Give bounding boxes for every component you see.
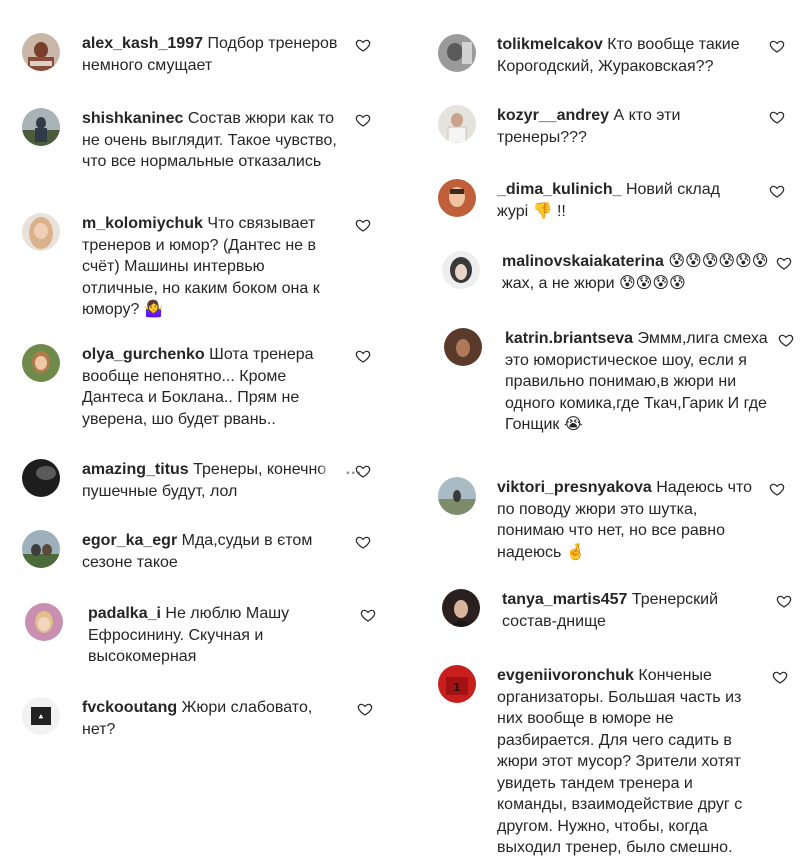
avatar[interactable]: [438, 179, 476, 217]
heart-outline-icon[interactable]: [355, 348, 371, 364]
comment-username[interactable]: padalka_i: [88, 605, 161, 622]
avatar[interactable]: [22, 108, 60, 146]
svg-text:♣: ♣: [38, 714, 43, 721]
comment-username[interactable]: katrin.briantseva: [505, 330, 633, 347]
heart-outline-icon[interactable]: [355, 463, 371, 479]
comment-username[interactable]: tolikmelcakov: [497, 36, 603, 53]
comment-username[interactable]: viktori_presnyakova: [497, 479, 652, 496]
comment-username[interactable]: egor_ka_egr: [82, 532, 177, 549]
avatar[interactable]: [438, 34, 476, 72]
comment-text: katrin.briantseva Эммм,лига смеха это юм…: [505, 328, 780, 436]
heart-outline-icon[interactable]: [357, 701, 373, 717]
avatar[interactable]: ♣: [22, 697, 60, 735]
comment-text: evgeniivoronchuk Конченые организаторы. …: [497, 665, 755, 859]
heart-outline-icon[interactable]: [769, 183, 785, 199]
avatar[interactable]: [22, 33, 60, 71]
avatar[interactable]: [438, 105, 476, 143]
comments-column-right: tolikmelcakov Кто вообще такие Корогодск…: [415, 0, 800, 859]
comment-text: olya_gurchenko Шота тренера вообще непон…: [82, 344, 344, 430]
heart-outline-icon[interactable]: [778, 332, 794, 348]
avatar[interactable]: [25, 603, 63, 641]
avatar[interactable]: [438, 477, 476, 515]
comment-username[interactable]: tanya_martis457: [502, 591, 627, 608]
avatar[interactable]: [444, 328, 482, 366]
avatar[interactable]: [22, 459, 60, 497]
heart-outline-icon[interactable]: [355, 112, 371, 128]
avatar[interactable]: [442, 589, 480, 627]
comment-text: tanya_martis457 Тренерский состав-днище: [502, 589, 760, 632]
heart-outline-icon[interactable]: [772, 669, 788, 685]
comment-username[interactable]: m_kolomiychuk: [82, 215, 203, 232]
comment-text: padalka_i Не люблю Машу Ефросинину. Скуч…: [88, 603, 350, 668]
comment-body: Конченые организаторы. Большая часть из …: [497, 667, 743, 856]
comment-username[interactable]: amazing_titus: [82, 461, 189, 478]
heart-outline-icon[interactable]: [355, 37, 371, 53]
comment-text: tolikmelcakov Кто вообще такие Корогодск…: [497, 34, 755, 77]
heart-outline-icon[interactable]: [769, 38, 785, 54]
avatar[interactable]: [442, 251, 480, 289]
comment-username[interactable]: fvckooutang: [82, 699, 177, 716]
comment-text: kozyr__andrey А кто эти тренеры???: [497, 105, 755, 148]
comment-text: egor_ka_egr Мда,судьи в єтом сезоне тако…: [82, 530, 344, 573]
comment-text: alex_kash_1997 Подбор тренеров немного с…: [82, 33, 344, 76]
comment-username[interactable]: _dima_kulinich_: [497, 181, 622, 198]
avatar[interactable]: 1: [438, 665, 476, 703]
heart-outline-icon[interactable]: [360, 607, 376, 623]
heart-outline-icon[interactable]: [769, 109, 785, 125]
comments-column-left: alex_kash_1997 Подбор тренеров немного с…: [0, 0, 400, 859]
comment-text: fvckooutang Жюри слабовато, нет?: [82, 697, 344, 740]
comment-text: malinovskaiakaterina 😰😰😰😰😰😰жах, а не жюр…: [502, 251, 772, 294]
heart-outline-icon[interactable]: [769, 481, 785, 497]
comment-text: amazing_titus Тренеры, конечно пушечные …: [82, 459, 344, 502]
comment-text: shishkaninec Состав жюри как то не очень…: [82, 108, 344, 173]
comment-text: viktori_presnyakova Надеюсь что по повод…: [497, 477, 755, 563]
comment-username[interactable]: alex_kash_1997: [82, 35, 203, 52]
comment-username[interactable]: malinovskaiakaterina: [502, 253, 664, 270]
avatar[interactable]: [22, 530, 60, 568]
comment-username[interactable]: evgeniivoronchuk: [497, 667, 634, 684]
heart-outline-icon[interactable]: [355, 534, 371, 550]
comment-text: _dima_kulinich_ Новий склад журі 👎 !!: [497, 179, 755, 222]
avatar[interactable]: [22, 213, 60, 251]
svg-text:1: 1: [453, 681, 461, 694]
comment-username[interactable]: olya_gurchenko: [82, 346, 205, 363]
heart-outline-icon[interactable]: [776, 255, 792, 271]
comment-username[interactable]: shishkaninec: [82, 110, 183, 127]
heart-outline-icon[interactable]: [355, 217, 371, 233]
avatar[interactable]: [22, 344, 60, 382]
comment-username[interactable]: kozyr__andrey: [497, 107, 609, 124]
comment-text: m_kolomiychuk Что связывает тренеров и ю…: [82, 213, 344, 321]
heart-outline-icon[interactable]: [776, 593, 792, 609]
